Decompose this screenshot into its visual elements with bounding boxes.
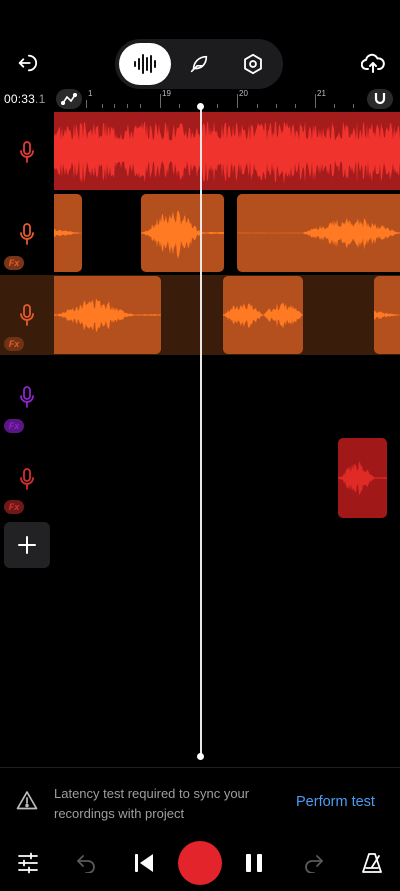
mixer-sliders-icon[interactable] [10, 845, 46, 881]
microphone-icon [20, 304, 34, 326]
fx-badge[interactable]: Fx [4, 337, 24, 351]
exit-icon[interactable] [8, 44, 46, 82]
plus-icon [18, 536, 36, 554]
transport-bar [0, 833, 400, 891]
latency-message: Latency test required to sync your recor… [54, 786, 250, 821]
magnet-icon [374, 93, 386, 105]
snap-toggle[interactable] [367, 89, 393, 109]
mode-switcher [115, 39, 283, 89]
metronome-icon[interactable] [354, 845, 390, 881]
playhead-line[interactable] [200, 106, 202, 758]
timeline-ruler[interactable]: 1 19 20 21 [54, 88, 400, 110]
waveform [54, 228, 82, 238]
cloud-upload-icon[interactable] [354, 44, 392, 82]
warning-triangle-icon [16, 791, 38, 810]
undo-icon[interactable] [68, 845, 104, 881]
fx-badge[interactable]: Fx [4, 419, 24, 433]
microphone-icon [20, 386, 34, 408]
waveform [141, 210, 224, 259]
time-fraction: .1 [35, 92, 46, 106]
microphone-icon [20, 468, 34, 490]
perform-test-button[interactable]: Perform test [296, 794, 375, 810]
bar-number: 20 [239, 89, 248, 98]
microphone-icon [20, 223, 34, 245]
audio-clip[interactable] [54, 194, 82, 272]
add-track-button[interactable] [4, 522, 50, 568]
audio-clip[interactable] [338, 438, 387, 518]
waveform [374, 310, 400, 320]
redo-icon[interactable] [296, 845, 332, 881]
waveform [223, 302, 303, 329]
audio-clip[interactable] [223, 276, 303, 354]
audio-clip[interactable] [141, 194, 224, 272]
mode-settings-button[interactable] [227, 43, 279, 85]
record-button[interactable] [178, 841, 222, 885]
pause-icon[interactable] [236, 845, 272, 881]
feather-icon [190, 55, 208, 73]
audio-clip[interactable] [374, 276, 400, 354]
bar-number: 1 [88, 89, 93, 98]
waveform [54, 298, 161, 332]
waveform [237, 218, 400, 250]
bar-number: 21 [317, 89, 326, 98]
playhead-time: 00:33.1 [4, 92, 45, 106]
audio-clip[interactable] [54, 276, 161, 354]
waveform [54, 121, 400, 185]
playhead-handle-bottom[interactable] [197, 753, 204, 760]
waveform [338, 461, 387, 495]
audio-clip[interactable] [54, 112, 400, 190]
skip-to-start-icon[interactable] [126, 845, 162, 881]
microphone-icon [20, 141, 34, 163]
mode-edit-button[interactable] [173, 43, 225, 85]
waveform-icon [134, 54, 156, 74]
settings-hexagon-icon [244, 53, 262, 75]
track-header-1[interactable] [0, 112, 54, 192]
latency-banner: Latency test required to sync your recor… [0, 767, 400, 833]
time-main: 00:33 [4, 92, 36, 106]
playhead-handle-top[interactable] [197, 103, 204, 110]
fx-badge[interactable]: Fx [4, 500, 24, 514]
audio-clip[interactable] [237, 194, 400, 272]
fx-badge[interactable]: Fx [4, 256, 24, 270]
mode-waveform-button[interactable] [119, 43, 171, 85]
bar-number: 19 [162, 89, 171, 98]
